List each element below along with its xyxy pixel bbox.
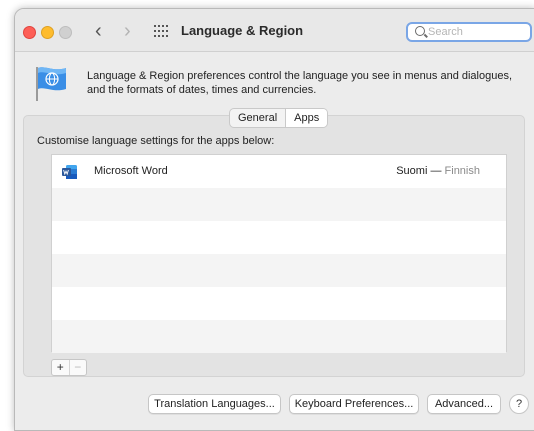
language-flag-icon — [36, 67, 66, 101]
close-button[interactable] — [23, 26, 36, 39]
translation-languages-button[interactable]: Translation Languages... — [148, 394, 281, 414]
help-button[interactable]: ? — [509, 394, 529, 414]
empty-row — [52, 254, 506, 287]
show-all-grid-icon[interactable] — [154, 25, 170, 37]
app-language-native: Suomi — [396, 165, 428, 177]
advanced-button[interactable]: Advanced... — [427, 394, 501, 414]
preferences-description: Language & Region preferences control th… — [87, 70, 513, 96]
add-app-button[interactable]: + — [52, 360, 69, 375]
empty-row — [52, 320, 506, 353]
empty-row — [52, 188, 506, 221]
microsoft-word-icon — [62, 165, 77, 179]
list-item[interactable]: Microsoft Word Suomi — Finnish — [52, 155, 506, 188]
language-separator: — — [427, 165, 445, 177]
search-input[interactable] — [428, 25, 524, 39]
forward-button[interactable]: › — [124, 21, 131, 41]
back-button[interactable]: ‹ — [95, 21, 102, 41]
window-title: Language & Region — [181, 23, 304, 38]
apps-list: Microsoft Word Suomi — Finnish — [51, 154, 507, 353]
segmented-tabs: General Apps — [229, 108, 329, 128]
remove-app-button[interactable]: − — [68, 360, 87, 375]
search-icon — [415, 26, 425, 36]
search-field[interactable] — [406, 22, 532, 42]
apps-hint-label: Customise language settings for the apps… — [37, 135, 275, 147]
tab-apps[interactable]: Apps — [285, 109, 328, 127]
zoom-button[interactable] — [59, 26, 72, 39]
minimize-button[interactable] — [41, 26, 54, 39]
keyboard-preferences-button[interactable]: Keyboard Preferences... — [289, 394, 419, 414]
add-remove-control: + − — [51, 359, 87, 376]
empty-row — [52, 287, 506, 320]
app-name: Microsoft Word — [94, 165, 168, 177]
preferences-window: ‹ › Language & Region Language & Region … — [14, 8, 534, 431]
app-language[interactable]: Suomi — Finnish — [396, 165, 480, 177]
empty-row — [52, 221, 506, 254]
app-language-english: Finnish — [444, 165, 480, 177]
title-bar: ‹ › Language & Region — [15, 9, 534, 52]
tab-general[interactable]: General — [230, 109, 285, 127]
